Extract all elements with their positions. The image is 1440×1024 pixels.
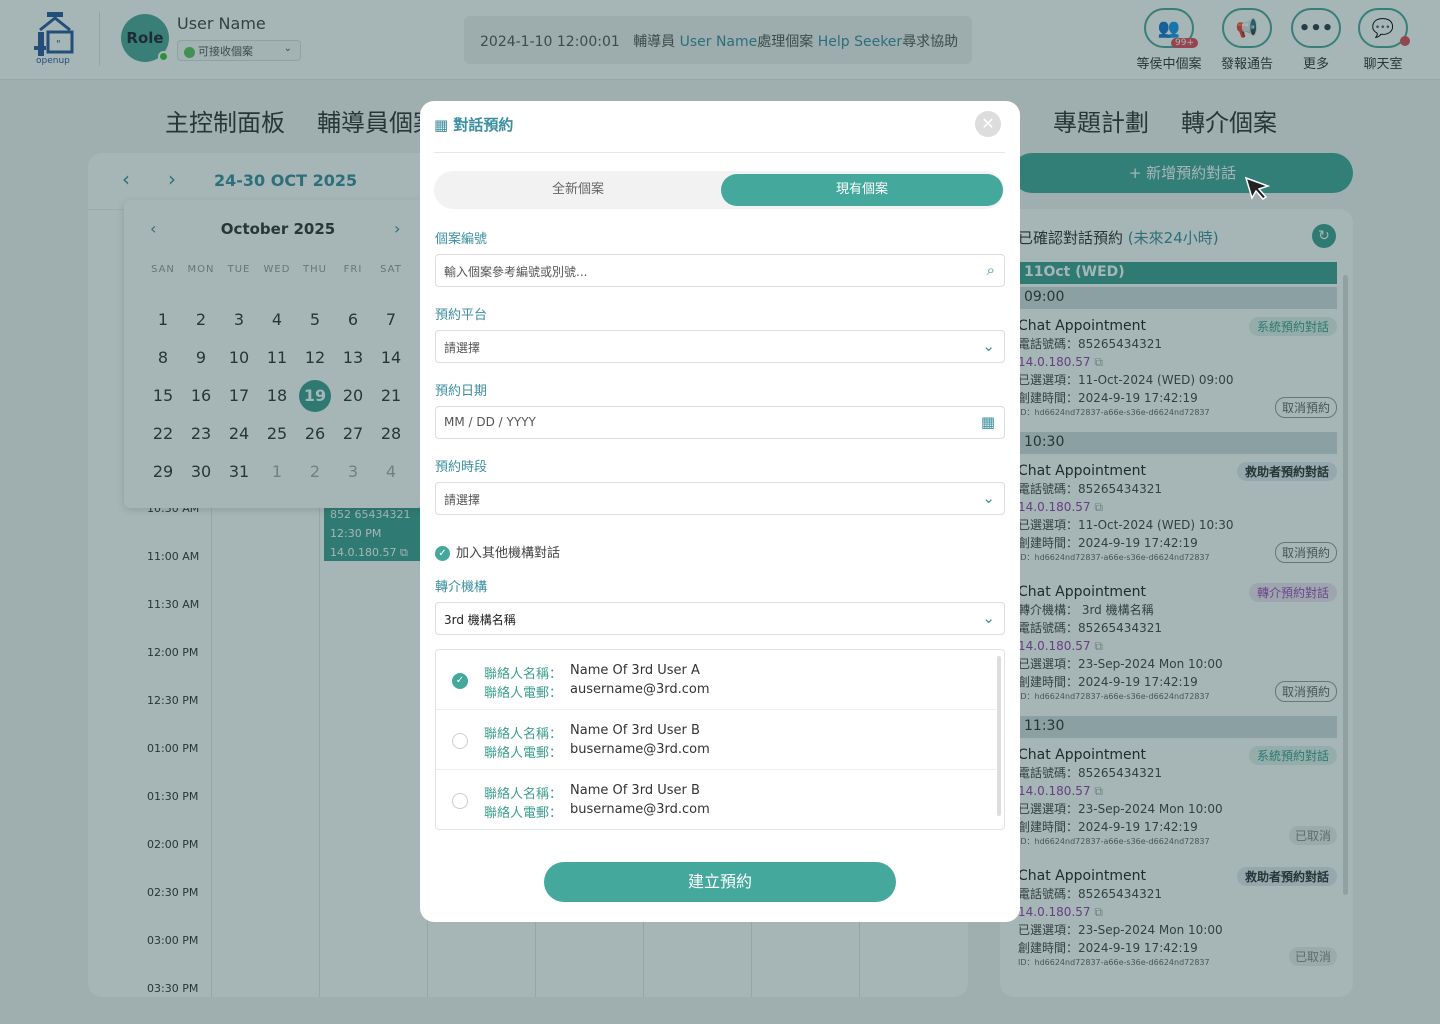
referral-org-label: 轉介機構: [435, 580, 488, 595]
check-icon: ✓: [435, 546, 450, 561]
search-icon[interactable]: ⌕: [987, 261, 995, 279]
booking-modal: ▦ 對話預約 ✕ 全新個案 現有個案 個案編號 輸入個案參考編號或別號... ⌕…: [420, 101, 1020, 922]
chevron-down-icon: ⌄: [982, 337, 995, 355]
contact-radio[interactable]: ✓: [452, 673, 468, 689]
timeslot-label: 預約時段: [435, 460, 488, 475]
contact-radio[interactable]: [452, 733, 468, 749]
contact-scrollbar[interactable]: [997, 656, 1001, 816]
contact-email: ausername@3rd.com: [570, 682, 710, 697]
chevron-down-icon: ⌄: [982, 489, 995, 507]
contact-email-label: 聯絡人電郵：: [484, 686, 563, 701]
date-label: 預約日期: [435, 384, 488, 399]
tab-new-case[interactable]: 全新個案: [437, 174, 719, 206]
other-org-checkbox[interactable]: ✓ 加入其他機構對話: [435, 542, 560, 561]
timeslot-value: 請選擇: [444, 493, 481, 507]
mouse-cursor-icon: [1244, 176, 1271, 200]
platform-label: 預約平台: [435, 308, 488, 323]
contact-radio[interactable]: [452, 793, 468, 809]
calendar-icon[interactable]: ▦: [981, 413, 995, 431]
contact-list: ✓ 聯絡人名稱： Name Of 3rd User A 聯絡人電郵： ausername…: [435, 649, 1005, 830]
contact-name-label: 聯絡人名稱：: [484, 667, 563, 682]
platform-value: 請選擇: [444, 341, 481, 355]
contact-name: Name Of 3rd User B: [570, 783, 700, 798]
contact-name: Name Of 3rd User B: [570, 723, 700, 738]
timeslot-select[interactable]: 請選擇 ⌄: [435, 482, 1005, 515]
other-org-label: 加入其他機構對話: [456, 546, 561, 561]
contact-email-label: 聯絡人電郵：: [484, 746, 563, 761]
platform-select[interactable]: 請選擇 ⌄: [435, 330, 1005, 363]
contact-row[interactable]: 聯絡人名稱： Name Of 3rd User B 聯絡人電郵： busername@…: [436, 770, 996, 829]
tab-existing-case[interactable]: 現有個案: [721, 174, 1003, 206]
case-number-placeholder: 輸入個案參考編號或別號...: [444, 265, 588, 279]
contact-email: busername@3rd.com: [570, 742, 710, 757]
contact-name: Name Of 3rd User A: [570, 663, 700, 678]
date-input[interactable]: MM / DD / YYYY ▦: [435, 406, 1005, 439]
calendar-icon: ▦: [434, 116, 449, 134]
modal-divider: [434, 152, 1005, 153]
case-number-label: 個案編號: [435, 232, 488, 247]
contact-email: busername@3rd.com: [570, 802, 710, 817]
referral-org-value: 3rd 機構名稱: [444, 613, 516, 627]
contact-name-label: 聯絡人名稱：: [484, 727, 563, 742]
contact-row[interactable]: ✓ 聯絡人名稱： Name Of 3rd User A 聯絡人電郵： ausername…: [436, 650, 996, 710]
case-number-input[interactable]: 輸入個案參考編號或別號... ⌕: [435, 254, 1005, 287]
contact-email-label: 聯絡人電郵：: [484, 806, 563, 821]
case-type-toggle: 全新個案 現有個案: [434, 171, 1004, 209]
contact-name-label: 聯絡人名稱：: [484, 787, 563, 802]
modal-title: ▦ 對話預約: [434, 114, 513, 135]
chevron-down-icon: ⌄: [982, 609, 995, 627]
referral-org-select[interactable]: 3rd 機構名稱 ⌄: [435, 602, 1005, 635]
contact-row[interactable]: 聯絡人名稱： Name Of 3rd User B 聯絡人電郵： busername@…: [436, 710, 996, 770]
modal-title-text: 對話預約: [453, 116, 514, 134]
date-placeholder: MM / DD / YYYY: [444, 415, 536, 429]
close-icon[interactable]: ✕: [975, 111, 1001, 137]
create-appointment-button[interactable]: 建立預約: [544, 862, 896, 902]
